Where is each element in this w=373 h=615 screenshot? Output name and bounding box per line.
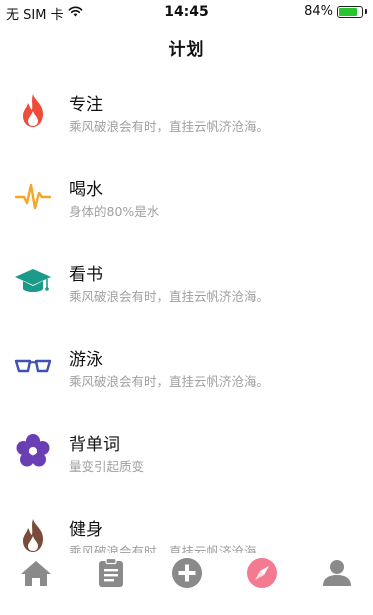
plan-title: 喝水 (69, 180, 103, 200)
plan-item-focus[interactable]: 专注 乘风破浪会有时，直挂云帆济沧海。 (0, 70, 373, 155)
plan-list: 专注 乘风破浪会有时，直挂云帆济沧海。 喝水 身体的80%是水 看书 乘风破浪会… (0, 70, 373, 560)
flame-icon (14, 517, 52, 555)
glasses-icon (14, 347, 52, 385)
tab-plans[interactable] (94, 557, 128, 592)
plan-title: 看书 (69, 265, 103, 285)
compass-icon (246, 557, 278, 593)
plan-title: 健身 (69, 520, 103, 540)
plan-desc: 身体的80%是水 (69, 204, 160, 219)
graduation-cap-icon (14, 262, 52, 300)
plan-item-drink-water[interactable]: 喝水 身体的80%是水 (0, 155, 373, 240)
home-icon (20, 559, 52, 591)
plan-title: 背单词 (69, 435, 120, 455)
battery-percent: 84% (304, 4, 333, 19)
tab-home[interactable] (19, 559, 53, 591)
add-circle-icon (171, 557, 203, 593)
tab-bar (0, 553, 373, 595)
status-right: 84% (304, 4, 367, 19)
clipboard-icon (98, 557, 124, 592)
tab-add[interactable] (170, 557, 204, 593)
tab-profile[interactable] (320, 559, 354, 591)
plan-item-swim[interactable]: 游泳 乘风破浪会有时，直挂云帆济沧海。 (0, 325, 373, 410)
plan-item-fitness[interactable]: 健身 乘风破浪会有时，直挂云帆济沧海。 (0, 495, 373, 560)
plan-item-read-book[interactable]: 看书 乘风破浪会有时，直挂云帆济沧海。 (0, 240, 373, 325)
status-bar: 无 SIM 卡 14:45 84% (0, 0, 373, 24)
pulse-icon (14, 177, 52, 215)
plan-desc: 乘风破浪会有时，直挂云帆济沧海。 (69, 374, 270, 389)
tab-discover[interactable] (245, 557, 279, 593)
plan-title: 游泳 (69, 350, 103, 370)
plan-desc: 量变引起质变 (69, 459, 145, 474)
plan-desc: 乘风破浪会有时，直挂云帆济沧海。 (69, 289, 270, 304)
user-icon (322, 559, 352, 591)
battery-fill (339, 7, 358, 16)
plan-desc: 乘风破浪会有时，直挂云帆济沧海。 (69, 119, 270, 134)
battery-icon (337, 5, 363, 18)
plan-title: 专注 (69, 95, 103, 115)
flame-icon (14, 92, 52, 130)
plan-item-memorize-words[interactable]: 背单词 量变引起质变 (0, 410, 373, 495)
flower-icon (14, 432, 52, 470)
battery-cap (365, 9, 367, 14)
page-title: 计划 (168, 40, 205, 60)
